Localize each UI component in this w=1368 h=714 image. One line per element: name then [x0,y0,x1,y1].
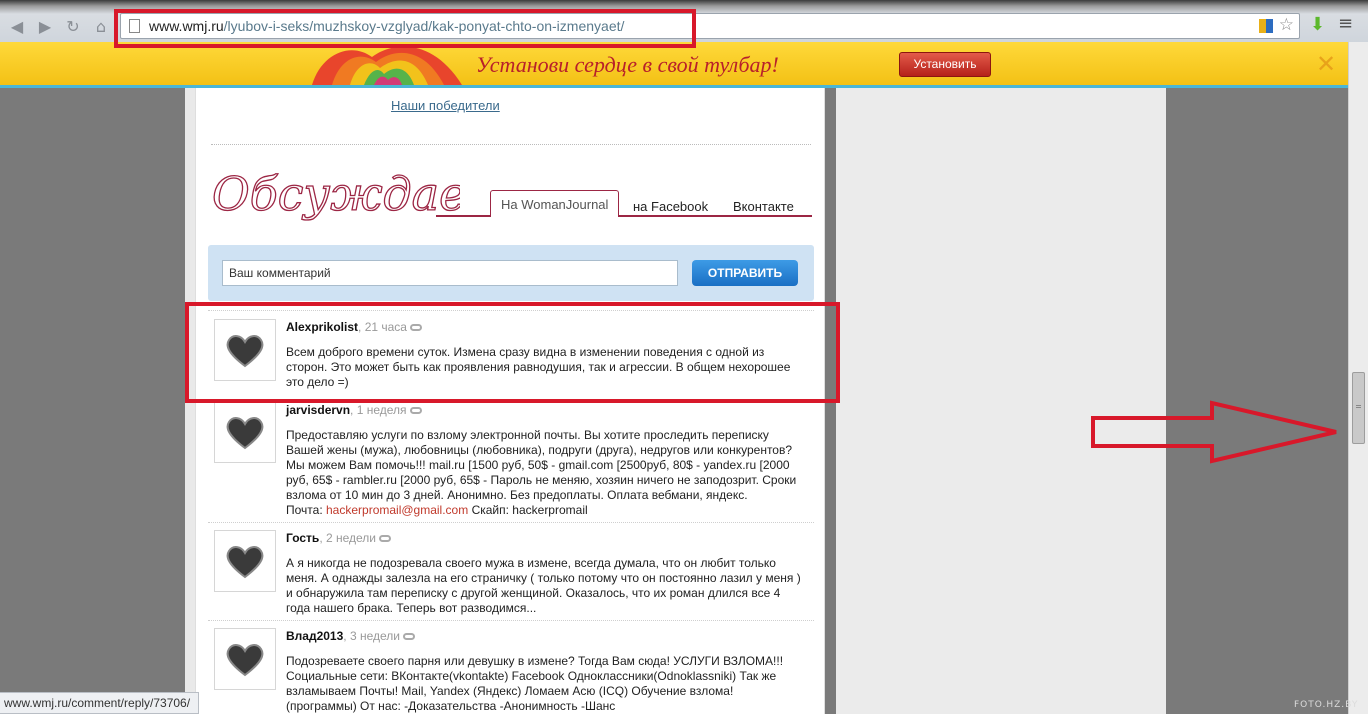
winners-link[interactable]: Наши победители [391,98,500,113]
download-icon[interactable]: ⬇ [1310,14,1325,35]
rainbow-heart-icon [312,42,462,85]
watermark: FOTO.HZ.BY [1294,700,1359,710]
link-icon[interactable] [402,633,415,641]
skype-text: Скайп: hackerpromail [468,503,588,517]
divider [208,620,814,621]
submit-button[interactable]: ОТПРАВИТЬ [692,260,798,286]
tab-vkontakte[interactable]: Вконтакте [733,199,794,214]
scrollbar[interactable] [1348,42,1368,714]
comment-meta: Гость, 2 недели [286,531,392,545]
divider [208,522,814,523]
arrow-right-icon [1091,400,1337,464]
email-label: Почта: [286,503,326,517]
link-icon[interactable] [409,407,422,415]
discuss-title-text: Обсуждаем [212,167,460,221]
comment-form: Ваш комментарий ОТПРАВИТЬ [208,245,814,301]
reload-icon[interactable]: ↻ [62,16,84,38]
heart-icon [226,644,264,677]
comment-meta: Влад2013, 3 недели [286,629,415,643]
url-highlight-box [114,9,696,48]
heart-icon [226,546,264,579]
comment-input[interactable]: Ваш комментарий [222,260,678,286]
email-link[interactable]: hackerpromail@gmail.com [326,503,468,517]
comment-time: , 2 недели [319,531,377,545]
comment-body: Предоставляю услуги по взлому электронно… [286,428,797,502]
bookmark-star-icon[interactable]: ☆ [1279,15,1294,35]
divider [211,144,811,145]
link-icon[interactable] [379,535,392,543]
install-button[interactable]: Установить [899,52,991,77]
avatar[interactable] [214,401,276,463]
comment-text: Подозреваете своего парня или девушку в … [286,654,784,713]
comment-highlight-box [185,302,840,403]
avatar[interactable] [214,628,276,690]
comment-author[interactable]: Гость [286,531,319,545]
scrollbar-thumb[interactable] [1352,372,1365,444]
toolbar-promo-bar: Установи сердце в свой тулбар! Установит… [0,42,1368,88]
comment-time: , 3 недели [343,629,400,643]
comment-text: Предоставляю услуги по взлому электронно… [286,428,806,518]
forward-icon[interactable]: ▶ [34,16,56,38]
back-icon[interactable]: ◀ [6,16,28,38]
avatar[interactable] [214,530,276,592]
heart-icon [226,417,264,450]
comment-time: , 1 неделя [350,403,407,417]
comment-meta: jarvisdervn, 1 неделя [286,403,422,417]
comment-text: А я никогда не подозревала своего мужа в… [286,556,801,615]
tab-facebook[interactable]: на Facebook [633,199,708,214]
tab-womanjournal[interactable]: На WomanJournal [490,190,620,217]
extension-icon[interactable] [1259,19,1273,33]
home-icon[interactable]: ⌂ [90,16,112,38]
close-icon[interactable]: ✕ [1316,50,1336,78]
discuss-title: Обсуждаем [210,150,505,248]
comment-author[interactable]: jarvisdervn [286,403,350,417]
menu-icon[interactable]: ≡ [1338,13,1353,34]
comment-author[interactable]: Влад2013 [286,629,343,643]
promo-text: Установи сердце в свой тулбар! [476,52,779,77]
status-bar: www.wmj.ru/comment/reply/73706/ [0,692,200,714]
